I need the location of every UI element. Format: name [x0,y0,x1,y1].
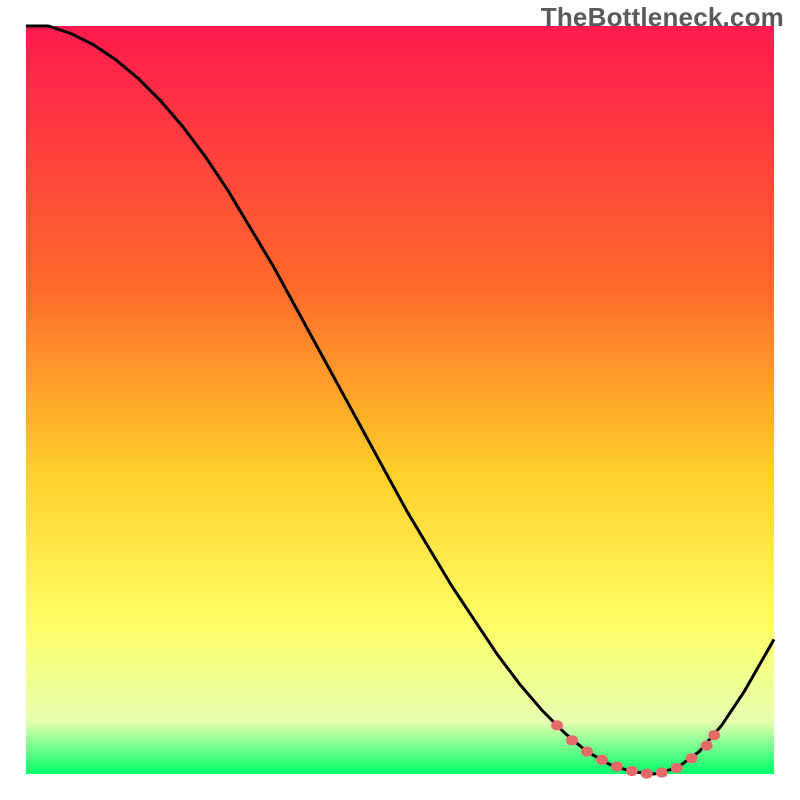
marker-dot [671,763,683,773]
marker-dot [656,768,668,778]
marker-dot [596,755,608,765]
marker-dot [566,735,578,745]
marker-dot [626,766,638,776]
marker-dot [581,747,593,757]
marker-dot [611,762,623,772]
marker-dot [708,730,720,740]
bottleneck-curve-plot [0,0,800,800]
marker-dot [701,741,713,751]
marker-dot [551,720,563,730]
marker-dot [686,753,698,763]
watermark-label: TheBottleneck.com [541,2,784,33]
heat-gradient-background [26,26,774,774]
chart-stage: TheBottleneck.com [0,0,800,800]
marker-dot [641,769,653,779]
